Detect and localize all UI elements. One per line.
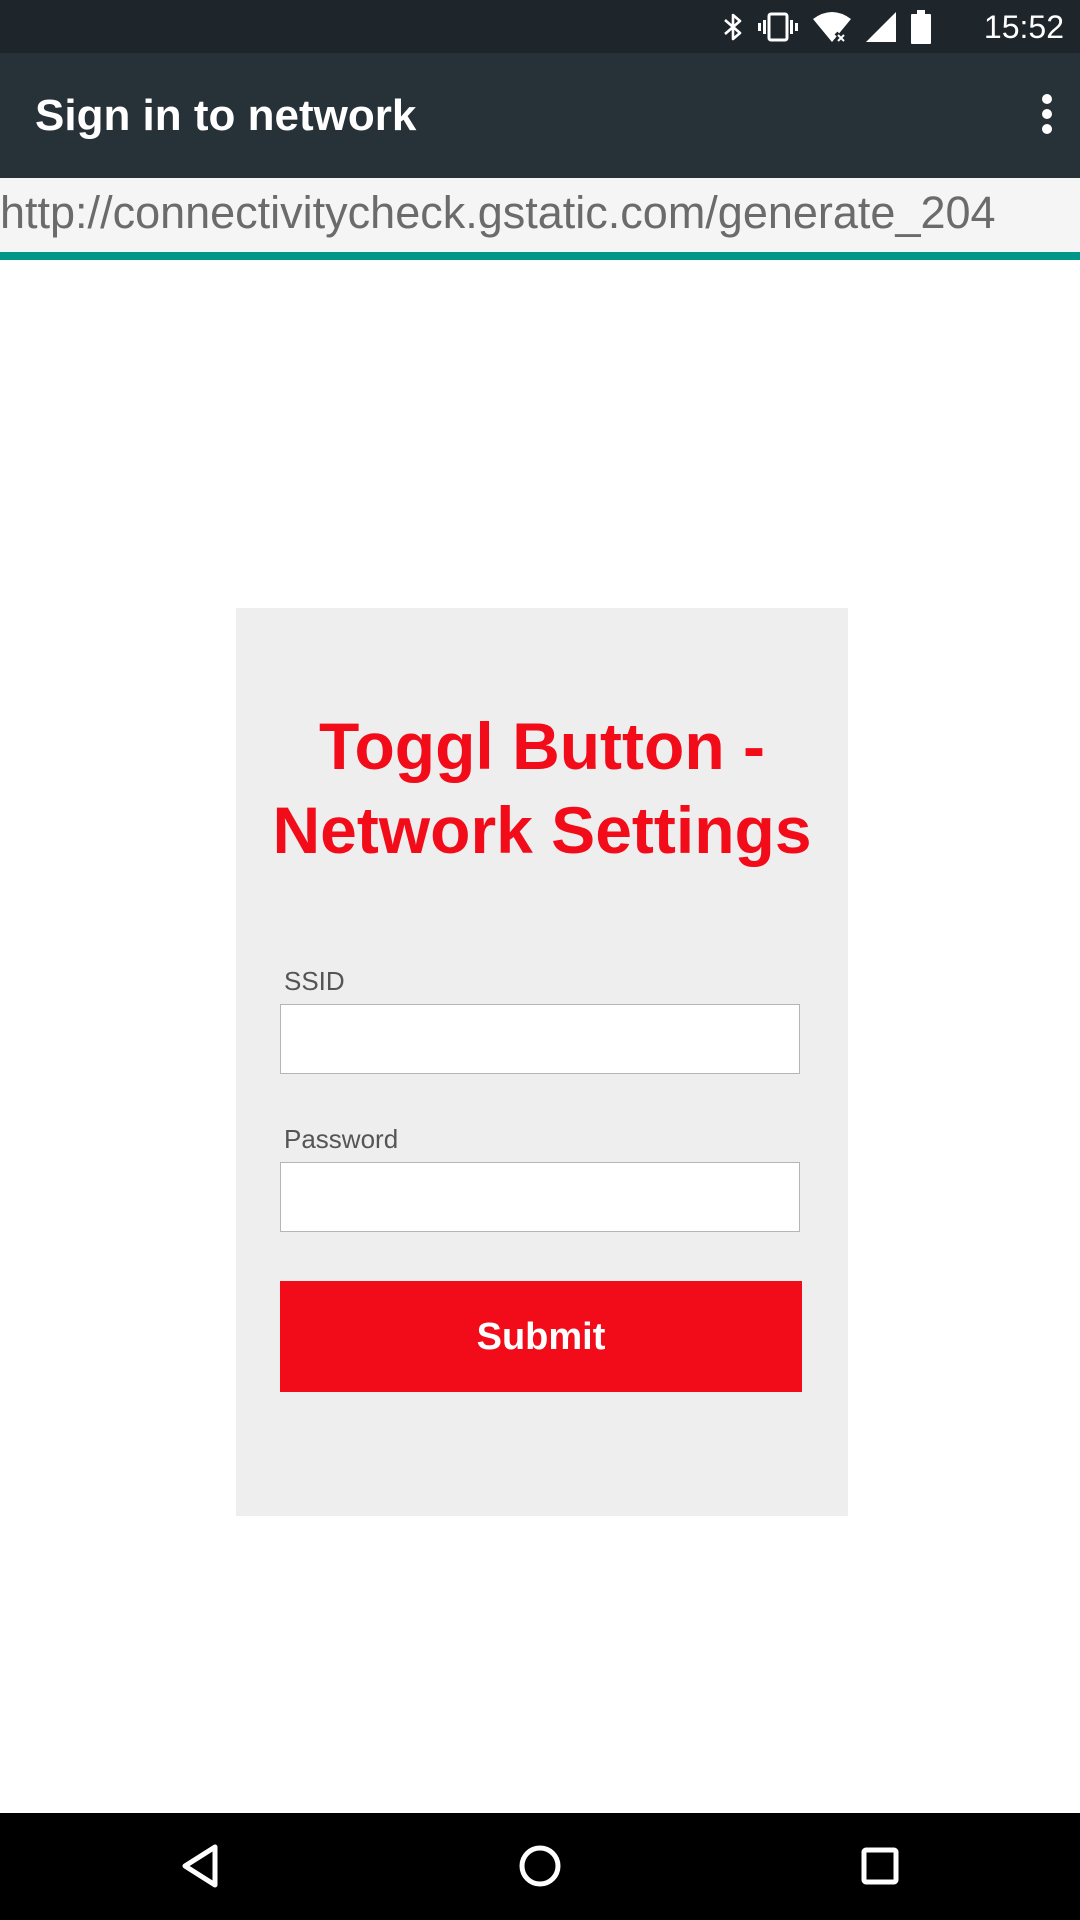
battery-icon [910,10,932,44]
page-load-progress [0,252,1080,260]
app-bar: Sign in to network [0,53,1080,178]
navigation-bar [0,1813,1080,1920]
more-vert-icon[interactable] [1034,91,1060,141]
password-input[interactable] [280,1162,800,1232]
form-title: Toggl Button - Network Settings [272,709,812,867]
page-load-progress-fill [0,252,1080,260]
status-time: 15:52 [983,9,1064,45]
back-icon[interactable] [177,1841,227,1891]
home-icon[interactable] [515,1841,565,1891]
recents-icon[interactable] [855,1841,905,1891]
url-text: http://connectivitycheck.gstatic.com/gen… [0,187,996,238]
ssid-label: SSID [284,966,345,996]
cell-signal-icon [866,12,896,42]
app-bar-title: Sign in to network [35,91,417,140]
ssid-input[interactable] [280,1004,800,1074]
status-icons [722,10,932,44]
vibrate-icon [758,11,798,43]
status-bar: 15:52 [0,0,1080,53]
network-settings-card: Toggl Button - Network Settings SSID Pas… [236,608,848,1516]
password-label: Password [284,1124,399,1154]
url-bar: http://connectivitycheck.gstatic.com/gen… [0,178,1080,252]
wifi-icon [812,11,852,43]
bluetooth-icon [722,11,744,43]
submit-button[interactable]: Submit [280,1281,802,1392]
